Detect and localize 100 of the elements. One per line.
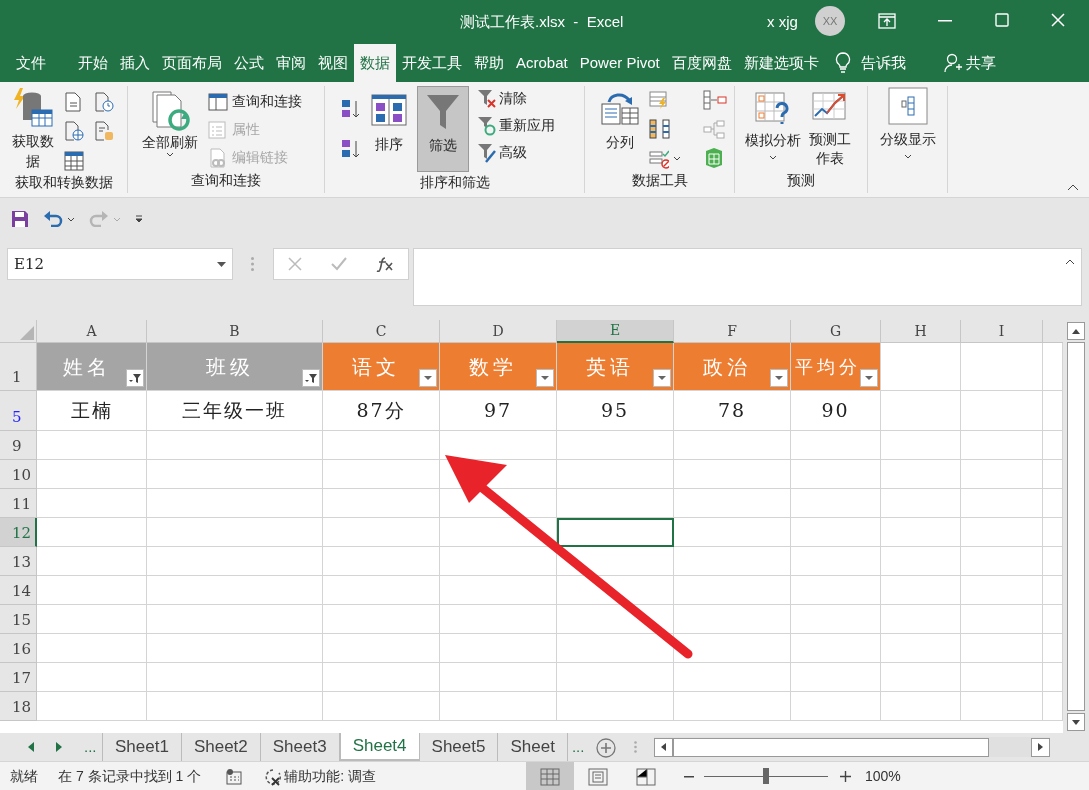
- text-to-columns-button[interactable]: 分列: [606, 132, 634, 153]
- next-sheet-icon[interactable]: [56, 742, 62, 752]
- refresh-all-button[interactable]: 全部刷新: [142, 132, 198, 152]
- column-header[interactable]: I: [961, 320, 1043, 343]
- advanced-button[interactable]: 高级: [499, 142, 527, 163]
- cell-cursor[interactable]: [557, 518, 674, 547]
- filter-dropdown-button[interactable]: [860, 369, 878, 387]
- zoom-out-icon[interactable]: [683, 775, 694, 778]
- zoom-slider-thumb[interactable]: [762, 768, 769, 784]
- column-header[interactable]: E: [557, 320, 674, 343]
- sheet-tab[interactable]: Sheet4: [339, 733, 420, 761]
- queries-connections-button[interactable]: 查询和连接: [232, 91, 302, 112]
- row-header[interactable]: 10: [0, 460, 37, 489]
- lightbulb-icon[interactable]: [834, 52, 851, 74]
- clear-button[interactable]: 清除: [499, 88, 527, 109]
- add-sheet-icon[interactable]: [596, 738, 617, 758]
- sort-button[interactable]: 排序: [375, 134, 403, 155]
- ribbon-display-icon[interactable]: [878, 13, 896, 29]
- consolidate-icon[interactable]: [702, 90, 727, 110]
- tell-me-link[interactable]: 告诉我: [860, 51, 906, 75]
- row-header[interactable]: 16: [0, 634, 37, 663]
- person-add-icon[interactable]: [943, 53, 962, 73]
- column-header[interactable]: G: [791, 320, 881, 343]
- scroll-thumb[interactable]: [1067, 342, 1085, 711]
- save-icon[interactable]: [11, 210, 29, 228]
- collapse-icon[interactable]: [1065, 259, 1075, 265]
- sort-ascending-icon[interactable]: [341, 98, 361, 120]
- name-box[interactable]: E12: [7, 248, 233, 280]
- ribbon-tab[interactable]: 审阅: [270, 44, 312, 82]
- scroll-up-button[interactable]: [1067, 322, 1085, 340]
- row-header[interactable]: 12: [0, 518, 37, 547]
- ribbon-tab[interactable]: 开始: [72, 44, 114, 82]
- macro-record-icon[interactable]: [226, 768, 243, 785]
- scroll-thumb[interactable]: [673, 737, 990, 757]
- accessibility-status[interactable]: 辅助功能: 调查: [284, 766, 376, 787]
- ribbon-tab[interactable]: 文件: [10, 44, 52, 82]
- row-header[interactable]: 1: [0, 343, 37, 391]
- scroll-down-button[interactable]: [1067, 713, 1085, 731]
- column-header[interactable]: A: [37, 320, 147, 343]
- get-data-button[interactable]: 获取数据: [9, 130, 57, 172]
- grip-icon[interactable]: [634, 741, 638, 753]
- caret-icon[interactable]: [166, 152, 174, 157]
- filter-button[interactable]: 筛选: [417, 86, 469, 172]
- row-header[interactable]: 17: [0, 663, 37, 692]
- row-header[interactable]: 15: [0, 605, 37, 634]
- check-icon[interactable]: [331, 257, 347, 271]
- formula-input[interactable]: [413, 248, 1082, 306]
- filter-dropdown-button[interactable]: [302, 369, 320, 387]
- column-header[interactable]: F: [674, 320, 791, 343]
- grip-icon[interactable]: [251, 257, 254, 271]
- scroll-right-button[interactable]: [1031, 737, 1051, 757]
- ribbon-tab[interactable]: 帮助: [468, 44, 510, 82]
- filter-dropdown-button[interactable]: [653, 369, 671, 387]
- scroll-left-button[interactable]: [654, 737, 674, 757]
- what-if-analysis-button[interactable]: 模拟分析: [745, 130, 801, 151]
- column-header[interactable]: H: [881, 320, 961, 343]
- accessibility-icon[interactable]: [264, 767, 283, 786]
- filter-dropdown-button[interactable]: [419, 369, 437, 387]
- caret-icon[interactable]: [217, 261, 226, 267]
- column-header[interactable]: C: [323, 320, 440, 343]
- remove-duplicates-icon[interactable]: [649, 118, 671, 139]
- ribbon-tab[interactable]: 页面布局: [156, 44, 228, 82]
- close-icon[interactable]: [1051, 13, 1065, 27]
- normal-view-icon[interactable]: [525, 762, 574, 790]
- caret-icon[interactable]: [903, 154, 912, 159]
- ribbon-tab[interactable]: 百度网盘: [665, 44, 738, 82]
- table-icon[interactable]: [64, 150, 84, 171]
- caret-icon[interactable]: [769, 155, 777, 160]
- zoom-in-icon[interactable]: [839, 771, 851, 782]
- column-header[interactable]: B: [147, 320, 323, 343]
- collapse-ribbon-icon[interactable]: [1067, 184, 1079, 191]
- filter-dropdown-button[interactable]: [126, 369, 144, 387]
- ribbon-tab[interactable]: Acrobat: [510, 44, 574, 82]
- more-sheets-button[interactable]: ...: [571, 733, 585, 761]
- document-clock-icon[interactable]: [94, 92, 114, 112]
- data-validation-icon[interactable]: [649, 148, 670, 169]
- row-header[interactable]: 5: [0, 391, 37, 431]
- ribbon-tab[interactable]: Power Pivot: [573, 44, 666, 82]
- more-sheets-button[interactable]: ...: [84, 735, 97, 759]
- customize-icon[interactable]: [135, 215, 143, 223]
- caret-icon[interactable]: [673, 156, 681, 162]
- row-header[interactable]: 13: [0, 547, 37, 576]
- row-header[interactable]: 9: [0, 431, 37, 460]
- caret-icon[interactable]: [67, 216, 75, 222]
- maximize-icon[interactable]: [995, 13, 1009, 27]
- row-header[interactable]: 14: [0, 576, 37, 605]
- row-header[interactable]: 11: [0, 489, 37, 518]
- share-button[interactable]: 共享: [965, 51, 996, 75]
- previous-sheet-icon[interactable]: [28, 742, 34, 752]
- ribbon-tab[interactable]: 公式: [228, 44, 270, 82]
- row-header[interactable]: 18: [0, 692, 37, 721]
- ribbon-tab[interactable]: 视图: [312, 44, 354, 82]
- column-header[interactable]: D: [440, 320, 557, 343]
- document-globe-icon[interactable]: [64, 121, 84, 142]
- ribbon-tab[interactable]: 插入: [114, 44, 156, 82]
- ribbon-tab[interactable]: 数据: [354, 44, 396, 82]
- reapply-button[interactable]: 重新应用: [499, 115, 555, 136]
- filter-dropdown-button[interactable]: [770, 369, 788, 387]
- undo-icon[interactable]: [43, 211, 63, 227]
- zoom-level[interactable]: 100%: [864, 766, 901, 787]
